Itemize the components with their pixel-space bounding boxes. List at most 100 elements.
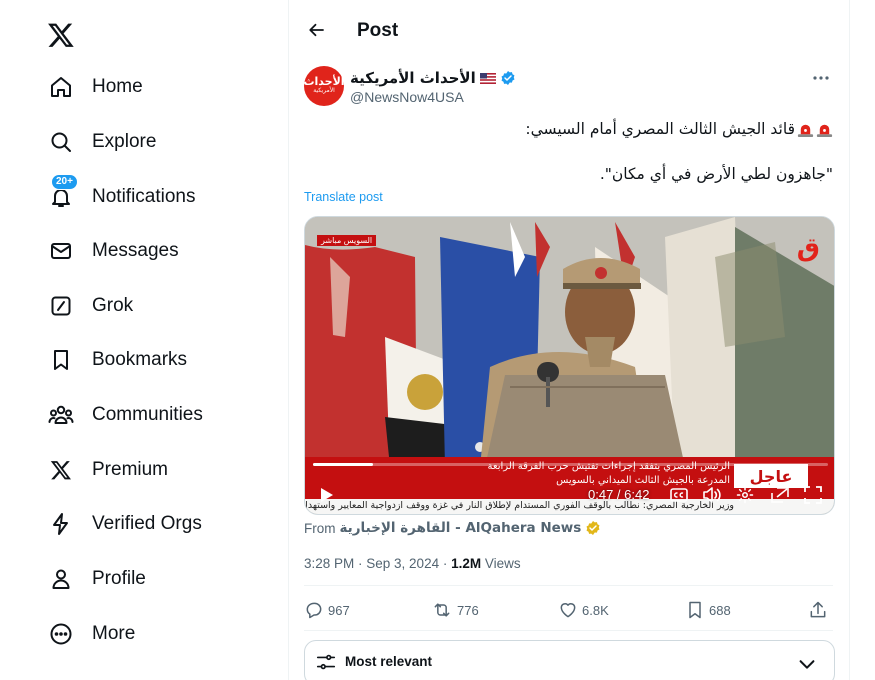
x-logo-icon[interactable] — [44, 18, 78, 52]
popout-icon — [771, 487, 789, 503]
post-meta: 3:28 PM · Sep 3, 2024 · 1.2M Views — [304, 556, 521, 571]
play-button[interactable] — [317, 485, 337, 505]
video-controls: 0:47 / 6:42 — [305, 481, 834, 507]
video-time: 0:47 / 6:42 — [588, 487, 650, 502]
heart-icon — [560, 603, 576, 618]
sidebar-item-profile[interactable]: Profile — [38, 556, 156, 602]
bookmark-icon — [689, 601, 701, 619]
sidebar-item-home[interactable]: Home — [38, 64, 153, 110]
bell-icon: 20+ — [48, 174, 78, 210]
verified-org-badge-icon — [586, 521, 600, 535]
post-timestamp[interactable]: 3:28 PM · Sep 3, 2024 · — [304, 556, 451, 571]
grok-icon — [48, 293, 74, 319]
post-text: قائد الجيش الثالث المصري أمام السيسي: — [525, 120, 795, 138]
settings-button[interactable] — [735, 485, 755, 505]
sidebar-item-verified-orgs[interactable]: Verified Orgs — [38, 501, 212, 547]
sidebar-item-label: Explore — [92, 131, 157, 152]
people-icon — [48, 402, 74, 428]
post-text: "جاهزون لطي الأرض في أي مكان". — [599, 165, 833, 183]
reply-sort-label: Most relevant — [345, 654, 433, 669]
x-logo-icon — [48, 457, 74, 483]
live-tag: السويس مباشر — [317, 235, 377, 246]
more-circle-icon — [48, 621, 74, 647]
sidebar-item-grok[interactable]: Grok — [38, 283, 143, 329]
post-more-button[interactable] — [809, 68, 833, 88]
home-icon — [48, 74, 74, 100]
sidebar-item-label: Grok — [92, 295, 134, 316]
gear-icon — [736, 486, 754, 504]
from-label: From — [304, 520, 336, 536]
sidebar-item-label: Communities — [92, 404, 203, 425]
fullscreen-icon — [804, 486, 822, 504]
video-progress-bar[interactable] — [313, 463, 828, 466]
author-handle[interactable]: @NewsNow4USA — [350, 89, 464, 105]
post-text-line-1: قائد الجيش الثالث المصري أمام السيسي: — [304, 120, 833, 138]
views-label: Views — [481, 556, 521, 571]
avatar-subtext: الأمريكية — [313, 88, 335, 94]
video-progress-fill — [313, 463, 374, 466]
reply-icon — [306, 602, 322, 619]
verified-badge-icon — [501, 71, 515, 85]
person-icon — [48, 566, 74, 592]
share-button[interactable] — [808, 596, 828, 624]
captions-button[interactable] — [669, 485, 689, 505]
envelope-icon — [48, 238, 74, 264]
siren-icon — [816, 124, 833, 137]
sidebar-item-premium[interactable]: Premium — [38, 447, 178, 493]
sidebar-item-more[interactable]: More — [38, 611, 145, 657]
back-button[interactable] — [301, 14, 333, 46]
notifications-badge: 20+ — [51, 174, 78, 190]
repost-button[interactable]: 776 — [431, 596, 479, 624]
main-column: Post الأحداث الأمريكية الأحداث الأمريكية… — [288, 0, 850, 680]
lightning-icon — [48, 511, 74, 537]
post-actions: 967 776 6.8K 688 — [304, 596, 833, 624]
search-icon — [48, 129, 74, 155]
sidebar-item-notifications[interactable]: 20+ Notifications — [38, 174, 206, 220]
sidebar-item-explore[interactable]: Explore — [38, 119, 166, 165]
repost-icon — [434, 603, 450, 617]
avatar-text: الأحداث — [303, 76, 345, 88]
reply-sort-dropdown[interactable]: Most relevant — [304, 640, 835, 680]
author-name: الأحداث الأمريكية — [350, 69, 476, 87]
reply-count: 967 — [328, 602, 350, 618]
translate-post-link[interactable]: Translate post — [304, 190, 383, 204]
video-player[interactable]: السويس مباشر ق الرئيس المصري يتفقد إجراء… — [304, 216, 835, 515]
post-header: Post — [289, 0, 849, 60]
sidebar-item-label: Profile — [92, 568, 146, 589]
like-button[interactable]: 6.8K — [558, 596, 609, 624]
post-author: الأحداث الأمريكية الأحداث الأمريكية @New… — [303, 66, 833, 110]
sidebar-item-communities[interactable]: Communities — [38, 392, 213, 438]
video-source-link[interactable]: القاهرة الإخبارية - AlQahera News — [340, 520, 582, 536]
play-icon — [321, 488, 333, 502]
sliders-icon — [316, 654, 336, 670]
bookmark-button[interactable]: 688 — [685, 596, 731, 624]
like-count: 6.8K — [582, 602, 609, 618]
chevron-down-icon — [799, 660, 815, 669]
bookmark-icon — [48, 347, 74, 373]
avatar[interactable]: الأحداث الأمريكية — [303, 66, 345, 106]
sidebar-item-label: Bookmarks — [92, 349, 188, 370]
volume-icon — [703, 487, 721, 503]
repost-count: 776 — [457, 602, 479, 618]
bookmark-count: 688 — [709, 602, 731, 618]
divider — [304, 585, 833, 586]
sidebar-item-label: Home — [92, 76, 143, 97]
volume-button[interactable] — [702, 485, 722, 505]
video-source-line: From القاهرة الإخبارية - AlQahera News — [304, 520, 601, 536]
sidebar-item-label: Premium — [92, 459, 169, 480]
sidebar: Home Explore 20+ Notifications Messages … — [0, 0, 288, 680]
siren-icon — [797, 124, 814, 137]
reply-button[interactable]: 967 — [304, 596, 350, 624]
share-icon — [810, 601, 826, 618]
post-text-line-2: "جاهزون لطي الأرض في أي مكان". — [304, 165, 833, 183]
divider — [304, 630, 833, 631]
sidebar-item-bookmarks[interactable]: Bookmarks — [38, 337, 197, 383]
sidebar-item-messages[interactable]: Messages — [38, 228, 189, 274]
channel-logo: ق — [796, 233, 820, 263]
sidebar-item-label: More — [92, 623, 136, 644]
popout-button[interactable] — [770, 485, 790, 505]
author-name-row[interactable]: الأحداث الأمريكية — [350, 69, 516, 87]
views-count: 1.2M — [451, 556, 482, 571]
fullscreen-button[interactable] — [803, 485, 823, 505]
more-dots-icon — [813, 76, 829, 80]
